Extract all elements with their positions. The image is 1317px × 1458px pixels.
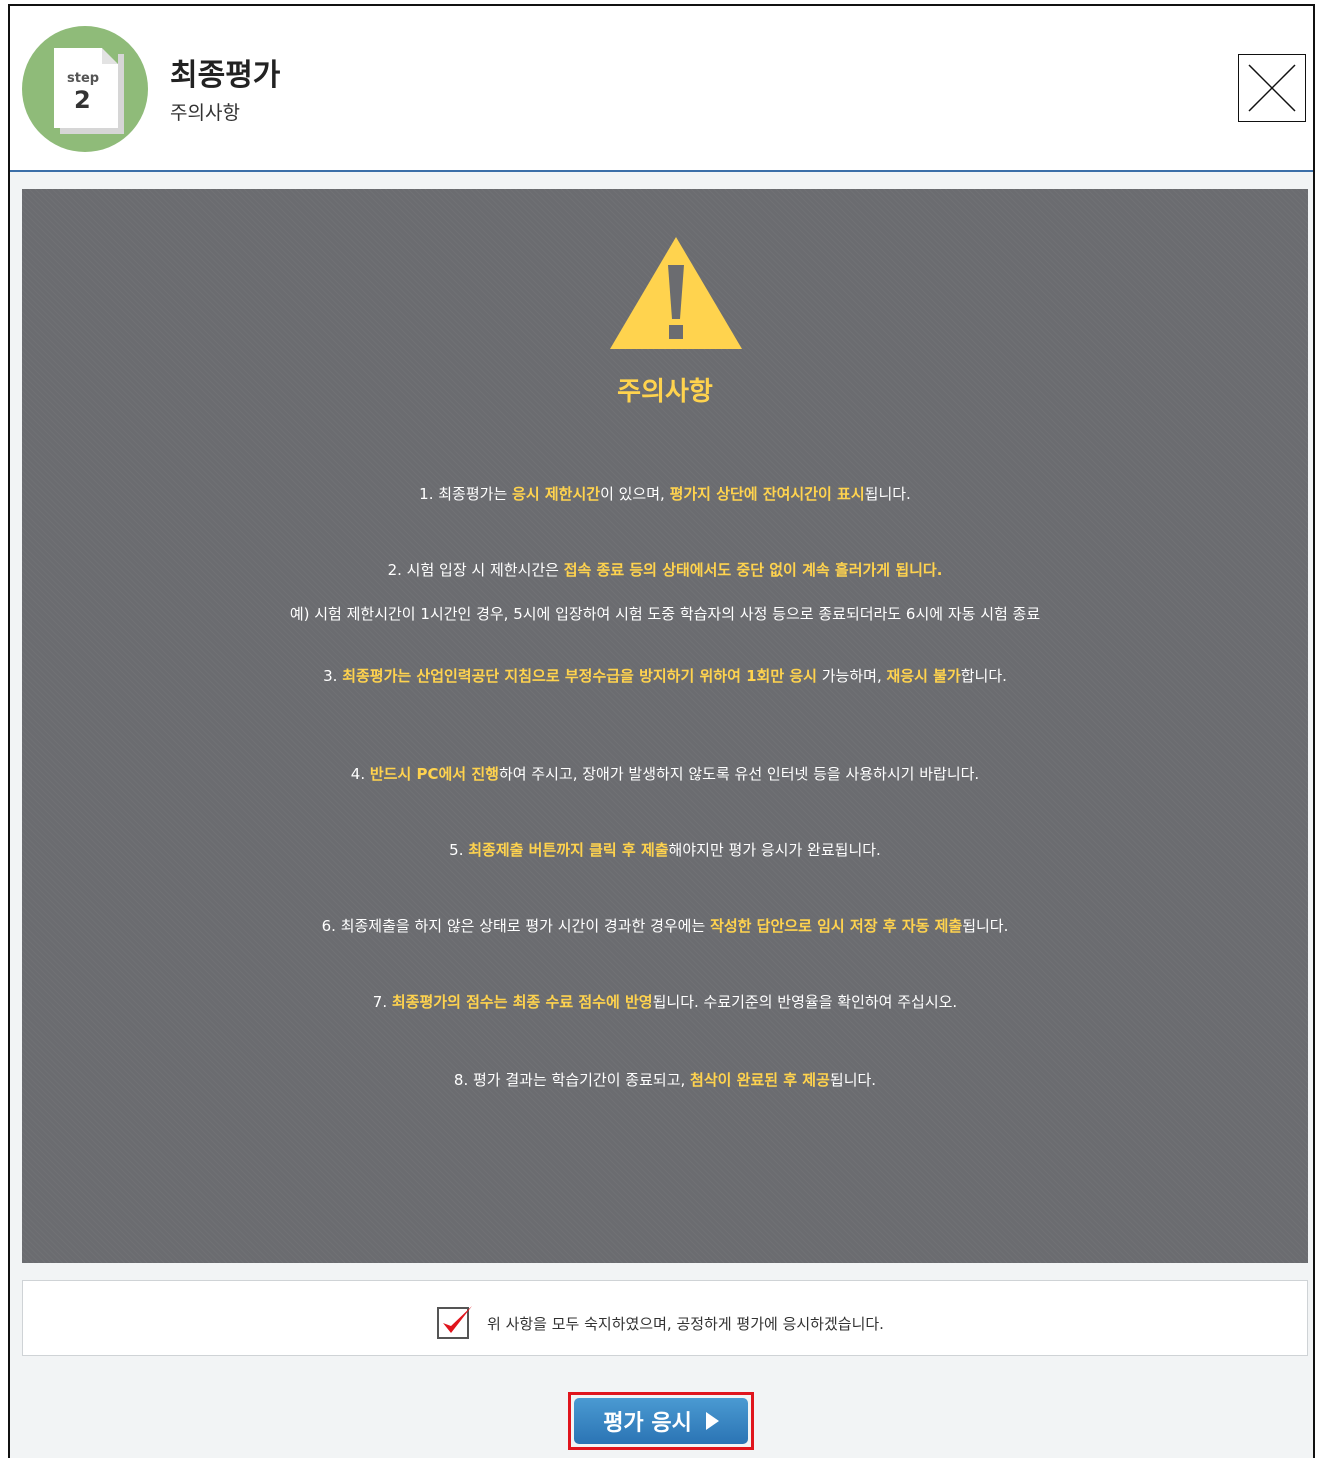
notice-highlight: 최종평가는 산업인력공단 지침으로 부정수급을 방지하기 위하여 1회만 응시 — [342, 667, 817, 685]
notice-highlight: 응시 제한시간 — [512, 485, 601, 503]
notice-item: 예) 시험 제한시간이 1시간인 경우, 5시에 입장하여 시험 도중 학습자의… — [22, 603, 1308, 624]
header: step 2 최종평가 주의사항 — [10, 6, 1313, 172]
agreement-checkbox[interactable] — [437, 1303, 472, 1339]
start-exam-button[interactable]: 평가 응시 — [574, 1398, 748, 1444]
step-badge: step 2 — [22, 26, 148, 152]
notice-highlight: 최종제출 버튼까지 클릭 후 제출 — [468, 841, 669, 859]
notice-text: 해야지만 평가 응시가 완료됩니다. — [668, 841, 881, 859]
page-title: 최종평가 — [170, 58, 281, 93]
agreement-text: 위 사항을 모두 숙지하였으며, 공정하게 평가에 응시하겠습니다. — [487, 1315, 884, 1333]
step-label: step — [67, 71, 100, 86]
notice-highlight: 최종평가의 점수는 최종 수료 점수에 반영 — [391, 993, 653, 1011]
notice-highlight: 첨삭이 완료된 후 제공 — [690, 1071, 830, 1089]
close-icon — [1248, 64, 1296, 112]
notice-text: 예) 시험 제한시간이 1시간인 경우, 5시에 입장하여 시험 도중 학습자의… — [289, 605, 1041, 623]
notice-item: 6. 최종제출을 하지 않은 상태로 평가 시간이 경과한 경우에는 작성한 답… — [22, 915, 1308, 936]
notice-text: 1. 최종평가는 — [419, 485, 513, 503]
checkmark-icon — [437, 1306, 472, 1339]
notice-text: 8. 평가 결과는 학습기간이 종료되고, — [453, 1071, 691, 1089]
notice-text: 2. 시험 입장 시 제한시간은 — [387, 561, 564, 579]
notice-item: 8. 평가 결과는 학습기간이 종료되고, 첨삭이 완료된 후 제공됩니다. — [22, 1069, 1308, 1090]
notice-text: 하여 주시고, 장애가 발생하지 않도록 유선 인터넷 등을 사용하시기 바랍니… — [498, 765, 980, 783]
notice-highlight: 작성한 답안으로 임시 저장 후 자동 제출 — [710, 917, 963, 935]
notice-highlight: 평가지 상단에 잔여시간이 표시 — [669, 485, 865, 503]
agreement-box: 위 사항을 모두 숙지하였으며, 공정하게 평가에 응시하겠습니다. — [22, 1280, 1308, 1356]
notice-text: 됩니다. — [864, 485, 911, 503]
notice-text: 5. — [449, 841, 469, 859]
notice-text: 3. — [323, 667, 343, 685]
notice-text: 6. 최종제출을 하지 않은 상태로 평가 시간이 경과한 경우에는 — [321, 917, 711, 935]
notice-highlight: 접속 종료 등의 상태에서도 중단 없이 계속 흘러가게 됩니다. — [563, 561, 943, 579]
notice-text: 이 있으며, — [600, 485, 670, 503]
notice-item: 5. 최종제출 버튼까지 클릭 후 제출해야지만 평가 응시가 완료됩니다. — [22, 839, 1308, 860]
exam-window: step 2 최종평가 주의사항 주의사항 1. 최종평가는 응시 제한시간이 … — [8, 4, 1315, 1458]
notice-highlight: 재응시 불가 — [886, 667, 961, 685]
notice-item: 1. 최종평가는 응시 제한시간이 있으며, 평가지 상단에 잔여시간이 표시됩… — [22, 483, 1308, 504]
notice-item: 4. 반드시 PC에서 진행하여 주시고, 장애가 발생하지 않도록 유선 인터… — [22, 763, 1308, 784]
notice-text: 7. — [372, 993, 392, 1011]
notice-text: 4. — [350, 765, 370, 783]
notice-text: 됩니다. 수료기준의 반영율을 확인하여 주십시오. — [652, 993, 958, 1011]
notice-text: 가능하며, — [816, 667, 887, 685]
notice-item: 2. 시험 입장 시 제한시간은 접속 종료 등의 상태에서도 중단 없이 계속… — [22, 559, 1308, 580]
start-exam-label: 평가 응시 — [603, 1411, 692, 1436]
warning-icon — [610, 237, 742, 349]
notice-text: 합니다. — [960, 667, 1007, 685]
notice-highlight: 반드시 PC에서 진행 — [369, 765, 499, 783]
notice-panel: 주의사항 1. 최종평가는 응시 제한시간이 있으며, 평가지 상단에 잔여시간… — [22, 189, 1308, 1263]
step-number: 2 — [74, 86, 91, 114]
start-button-focus: 평가 응시 — [568, 1392, 754, 1450]
notice-text: 됩니다. — [962, 917, 1009, 935]
close-button[interactable] — [1238, 54, 1306, 122]
play-icon — [705, 1412, 719, 1430]
page-subtitle: 주의사항 — [170, 102, 240, 124]
step-document-icon: step 2 — [54, 48, 118, 128]
notice-item: 7. 최종평가의 점수는 최종 수료 점수에 반영됩니다. 수료기준의 반영율을… — [22, 991, 1308, 1012]
notice-title: 주의사항 — [617, 377, 713, 407]
notice-item: 3. 최종평가는 산업인력공단 지침으로 부정수급을 방지하기 위하여 1회만 … — [22, 665, 1308, 686]
notice-text: 됩니다. — [829, 1071, 877, 1089]
